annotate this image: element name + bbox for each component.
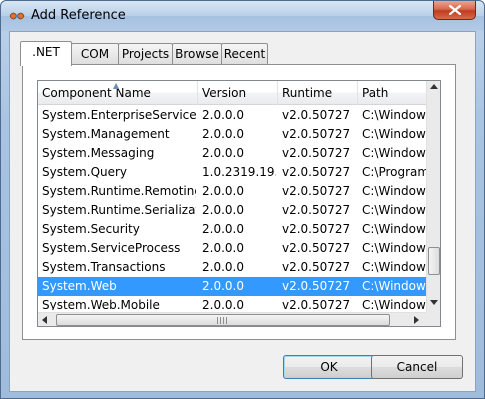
- component-name-cell: System.Messaging: [42, 146, 155, 160]
- runtime-cell: v2.0.50727: [282, 108, 351, 122]
- window-title: Add Reference: [31, 8, 126, 23]
- component-name-cell: System.Management: [42, 127, 170, 141]
- path-cell: C:\Windows: [362, 279, 426, 293]
- path-cell: C:\Windows: [362, 203, 426, 217]
- list-row-selected[interactable]: System.Web 2.0.0.0 v2.0.50727 C:\Windows: [38, 277, 426, 296]
- path-cell: C:\Windows: [362, 184, 426, 198]
- tab-label: Browse: [175, 47, 219, 61]
- visual-studio-icon: [9, 12, 25, 20]
- runtime-cell: v2.0.50727: [282, 203, 351, 217]
- tab-recent[interactable]: Recent: [221, 43, 268, 64]
- version-cell: 2.0.0.0: [202, 298, 244, 310]
- sort-ascending-icon: ▲: [113, 81, 120, 90]
- tab-com[interactable]: COM: [71, 43, 119, 64]
- scroll-left-icon[interactable]: [42, 316, 47, 324]
- component-name-cell: System.EnterpriseServices: [42, 108, 196, 122]
- version-cell: 2.0.0.0: [202, 222, 244, 236]
- path-cell: C:\Windows: [362, 260, 426, 274]
- vertical-scroll-thumb[interactable]: [428, 247, 440, 275]
- runtime-cell: v2.0.50727: [282, 241, 351, 255]
- scroll-right-icon[interactable]: [414, 316, 419, 324]
- component-list[interactable]: ▲ Component Name Version Runtime Path Sy…: [37, 80, 441, 327]
- scroll-up-icon[interactable]: [430, 84, 438, 89]
- list-row[interactable]: System.Web.Mobile 2.0.0.0 v2.0.50727 C:\…: [38, 296, 426, 310]
- version-cell: 2.0.0.0: [202, 260, 244, 274]
- version-cell: 2.0.0.0: [202, 146, 244, 160]
- runtime-cell: v2.0.50727: [282, 298, 351, 310]
- column-header-component-name[interactable]: ▲ Component Name: [38, 81, 198, 105]
- grip-icon: [217, 317, 229, 324]
- column-header-label: Path: [362, 86, 389, 100]
- list-row[interactable]: System.EnterpriseServices 2.0.0.0 v2.0.5…: [38, 106, 426, 125]
- path-cell: C:\Windows: [362, 146, 426, 160]
- path-cell: C:\Program: [362, 165, 426, 179]
- component-name-cell: System.Web: [42, 279, 117, 293]
- version-cell: 2.0.0.0: [202, 279, 244, 293]
- close-icon: [449, 5, 461, 15]
- list-row[interactable]: System.Security 2.0.0.0 v2.0.50727 C:\Wi…: [38, 220, 426, 239]
- add-reference-dialog: Add Reference .NET COM Projects Browse R…: [0, 0, 485, 399]
- tab-label: COM: [80, 47, 110, 61]
- component-name-cell: System.Transactions: [42, 260, 166, 274]
- runtime-cell: v2.0.50727: [282, 184, 351, 198]
- list-rows: System.EnterpriseServices 2.0.0.0 v2.0.5…: [38, 106, 426, 310]
- component-name-cell: System.Query: [42, 165, 128, 179]
- component-name-cell: System.ServiceProcess: [42, 241, 181, 255]
- list-row[interactable]: System.ServiceProcess 2.0.0.0 v2.0.50727…: [38, 239, 426, 258]
- vertical-scrollbar[interactable]: [426, 81, 440, 312]
- version-cell: 2.0.0.0: [202, 184, 244, 198]
- list-row[interactable]: System.Transactions 2.0.0.0 v2.0.50727 C…: [38, 258, 426, 277]
- tab-label: Projects: [121, 47, 170, 61]
- path-cell: C:\Windows: [362, 241, 426, 255]
- list-row[interactable]: System.Query 1.0.2319.19... v2.0.50727 C…: [38, 163, 426, 182]
- tab-browse[interactable]: Browse: [172, 43, 222, 64]
- column-header-runtime[interactable]: Runtime: [278, 81, 358, 105]
- list-row[interactable]: System.Runtime.Remoting 2.0.0.0 v2.0.507…: [38, 182, 426, 201]
- column-header-label: Component Name: [42, 86, 151, 100]
- path-cell: C:\Windows: [362, 127, 426, 141]
- component-name-cell: System.Web.Mobile: [42, 298, 160, 310]
- runtime-cell: v2.0.50727: [282, 260, 351, 274]
- list-row[interactable]: System.Runtime.Serializati... 2.0.0.0 v2…: [38, 201, 426, 220]
- column-header-version[interactable]: Version: [198, 81, 278, 105]
- runtime-cell: v2.0.50727: [282, 146, 351, 160]
- version-cell: 2.0.0.0: [202, 203, 244, 217]
- version-cell: 1.0.2319.19...: [202, 165, 276, 179]
- horizontal-scroll-thumb[interactable]: [56, 314, 390, 326]
- scroll-down-icon[interactable]: [430, 300, 438, 305]
- tab-net[interactable]: .NET: [20, 41, 72, 66]
- version-cell: 2.0.0.0: [202, 108, 244, 122]
- tab-panel-net: ▲ Component Name Version Runtime Path Sy…: [22, 64, 456, 340]
- component-name-cell: System.Runtime.Remoting: [42, 184, 196, 198]
- component-name-cell: System.Security: [42, 222, 140, 236]
- path-cell: C:\Windows: [362, 222, 426, 236]
- title-bar[interactable]: Add Reference: [1, 1, 484, 31]
- path-cell: C:\Windows: [362, 298, 426, 310]
- tab-label: .NET: [32, 45, 60, 59]
- ok-button[interactable]: OK: [283, 355, 375, 379]
- version-cell: 2.0.0.0: [202, 241, 244, 255]
- cancel-button[interactable]: Cancel: [371, 355, 463, 379]
- list-row[interactable]: System.Messaging 2.0.0.0 v2.0.50727 C:\W…: [38, 144, 426, 163]
- horizontal-scrollbar[interactable]: [38, 312, 426, 326]
- list-row[interactable]: System.Management 2.0.0.0 v2.0.50727 C:\…: [38, 125, 426, 144]
- column-header-label: Runtime: [282, 86, 333, 100]
- scrollbar-corner: [426, 312, 440, 326]
- list-header: ▲ Component Name Version Runtime Path: [38, 81, 426, 105]
- tab-label: Recent: [223, 47, 266, 61]
- column-header-path[interactable]: Path: [358, 81, 426, 105]
- close-button[interactable]: [433, 1, 476, 20]
- path-cell: C:\Windows: [362, 108, 426, 122]
- column-header-label: Version: [202, 86, 247, 100]
- runtime-cell: v2.0.50727: [282, 222, 351, 236]
- dialog-body: .NET COM Projects Browse Recent ▲ Compon…: [9, 31, 476, 392]
- runtime-cell: v2.0.50727: [282, 127, 351, 141]
- component-name-cell: System.Runtime.Serializati...: [42, 203, 196, 217]
- runtime-cell: v2.0.50727: [282, 165, 351, 179]
- runtime-cell: v2.0.50727: [282, 279, 351, 293]
- version-cell: 2.0.0.0: [202, 127, 244, 141]
- tab-projects[interactable]: Projects: [118, 43, 173, 64]
